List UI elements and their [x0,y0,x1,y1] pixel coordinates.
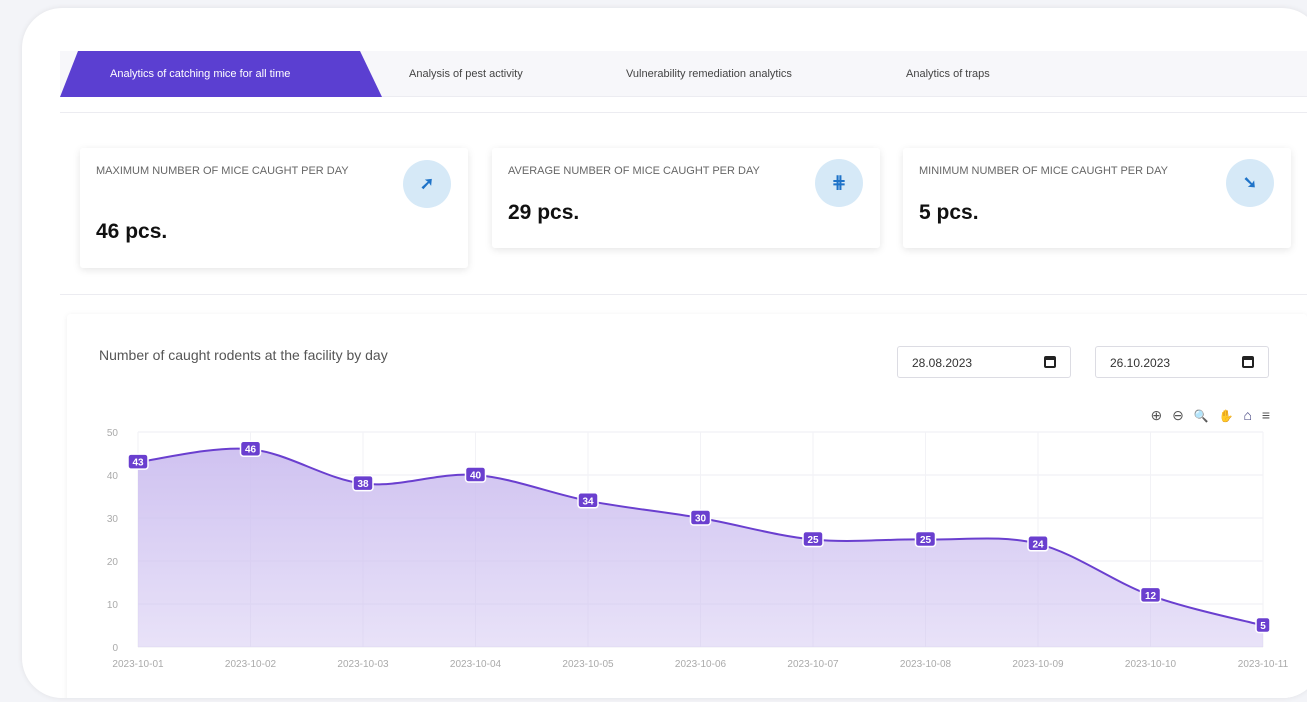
analytics-page: Analytics of catching mice for all time … [60,28,1307,698]
y-tick-label: 50 [107,428,119,439]
arrow-down-right-icon: ➘ [1226,159,1274,207]
data-label: 25 [920,535,932,546]
x-tick-label: 2023-10-05 [562,659,614,670]
data-label: 38 [357,479,369,490]
data-label: 46 [245,445,257,456]
avg-card-label: AVERAGE NUMBER OF MICE CAUGHT PER DAY [508,165,760,177]
max-card: MAXIMUM NUMBER OF MICE CAUGHT PER DAY 46… [80,148,468,268]
tab-pest-activity[interactable]: Analysis of pest activity [409,51,523,97]
pan-icon[interactable]: ✋ [1219,409,1237,423]
zoom-out-icon[interactable]: ⊖ [1172,407,1187,423]
area-chart: 0 10 20 30 40 50 2023-10-01 2023-10-02 2023-10-0… [107,428,1289,670]
tab-vulnerability-remediation[interactable]: Vulnerability remediation analytics [626,51,792,97]
x-tick-label: 2023-10-06 [675,659,727,670]
y-tick-label: 40 [107,471,119,482]
y-tick-label: 20 [107,557,119,568]
avg-card-value: 29 pcs. [508,201,580,224]
calendar-icon[interactable] [1242,356,1254,368]
avg-card: AVERAGE NUMBER OF MICE CAUGHT PER DAY 29… [492,148,880,248]
max-card-label: MAXIMUM NUMBER OF MICE CAUGHT PER DAY [96,165,349,177]
x-tick-label: 2023-10-09 [1012,659,1064,670]
x-tick-label: 2023-10-03 [337,659,389,670]
calendar-icon[interactable] [1044,356,1056,368]
x-tick-label: 2023-10-08 [900,659,952,670]
date-to-value: 26.10.2023 [1110,356,1171,370]
search-icon[interactable]: 🔍 [1194,409,1212,423]
y-tick-label: 0 [112,643,118,654]
x-tick-label: 2023-10-04 [450,659,502,670]
data-label: 34 [582,496,594,507]
y-tick-label: 30 [107,514,119,525]
x-tick-label: 2023-10-07 [787,659,839,670]
data-label: 25 [807,535,819,546]
min-card-label: MINIMUM NUMBER OF MICE CAUGHT PER DAY [919,165,1168,177]
divider [60,112,1307,113]
date-to-input[interactable]: 26.10.2023 [1095,346,1269,378]
chart-toolbar: ⊕ ⊖ 🔍 ✋ ⌂ ≡ [1151,407,1273,424]
data-label: 12 [1145,591,1157,602]
y-tick-label: 10 [107,600,119,611]
chart-panel: Number of caught rodents at the facility… [67,314,1307,698]
divider [60,294,1307,295]
average-icon: ⋕ [815,159,863,207]
max-card-value: 46 pcs. [96,220,168,243]
data-label: 24 [1032,539,1044,550]
menu-icon[interactable]: ≡ [1262,407,1273,423]
chart-title: Number of caught rodents at the facility… [99,347,388,363]
chart-area: ⊕ ⊖ 🔍 ✋ ⌂ ≡ 0 10 20 30 40 50 2023-10-01 2023-10… [83,392,1303,698]
min-card-value: 5 pcs. [919,201,979,224]
home-icon[interactable]: ⌂ [1243,407,1254,423]
date-from-value: 28.08.2023 [912,356,973,370]
x-tick-label: 2023-10-10 [1125,659,1177,670]
data-label: 30 [695,514,707,525]
tab-bar: Analytics of catching mice for all time … [60,51,1307,97]
data-label: 40 [470,471,482,482]
zoom-in-icon[interactable]: ⊕ [1151,407,1166,423]
data-label: 5 [1260,621,1266,632]
x-tick-label: 2023-10-11 [1238,659,1289,670]
tab-traps[interactable]: Analytics of traps [906,51,990,97]
window-frame: Analytics of catching mice for all time … [22,8,1307,698]
x-tick-label: 2023-10-02 [225,659,277,670]
arrow-up-right-icon: ➚ [403,160,451,208]
data-label: 43 [132,458,144,469]
tab-mice-all-time[interactable]: Analytics of catching mice for all time [60,51,382,97]
date-from-input[interactable]: 28.08.2023 [897,346,1071,378]
min-card: MINIMUM NUMBER OF MICE CAUGHT PER DAY 5 … [903,148,1291,248]
x-tick-label: 2023-10-01 [112,659,164,670]
